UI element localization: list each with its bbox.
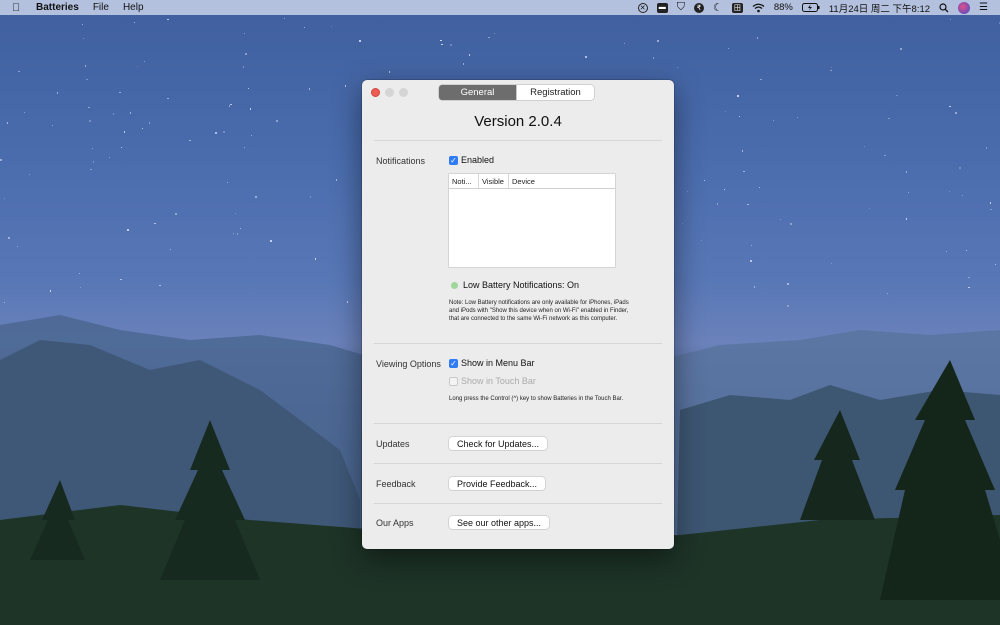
show-in-menu-bar-label: Show in Menu Bar: [461, 358, 535, 368]
list-icon[interactable]: ☰: [979, 2, 988, 13]
provide-feedback-button[interactable]: Provide Feedback...: [449, 477, 546, 490]
close-window-button[interactable]: [371, 88, 380, 97]
menu-bar:  Batteries File Help ✕ ▬ ⛉ ₹ ☾ 田 88% 11…: [0, 0, 1000, 15]
show-in-touch-bar-label: Show in Touch Bar: [461, 376, 536, 386]
menu-file[interactable]: File: [86, 0, 116, 15]
menu-help[interactable]: Help: [116, 0, 151, 15]
grid-icon[interactable]: 田: [731, 2, 743, 13]
avatar-icon[interactable]: [958, 1, 971, 14]
column-header-device[interactable]: Device: [509, 174, 615, 188]
battery-percent: 88%: [773, 2, 793, 13]
menubar-clock[interactable]: 11月24日 周二 下午8:12: [829, 2, 930, 15]
moon-icon[interactable]: ☾: [713, 2, 723, 14]
show-in-touch-bar-checkbox[interactable]: Show in Touch Bar: [449, 376, 536, 386]
divider: [374, 503, 662, 504]
preferences-window: General Registration Version 2.0.4 Notif…: [362, 80, 674, 549]
low-battery-status-text: Low Battery Notifications: On: [463, 280, 580, 290]
column-header-notification[interactable]: Noti...: [449, 174, 479, 188]
feedback-label: Feedback: [376, 479, 416, 489]
checkmark-icon: ✓: [449, 155, 458, 165]
touch-bar-note: Long press the Control (^) key to show B…: [449, 396, 624, 402]
shield-icon[interactable]: ⛉: [677, 1, 685, 13]
divider: [374, 140, 662, 141]
low-battery-status: Low Battery Notifications: On: [451, 280, 579, 290]
notifications-label: Notifications: [376, 156, 426, 166]
close-circle-icon[interactable]: ✕: [637, 2, 648, 13]
tab-general[interactable]: General: [439, 85, 516, 100]
tray-icon[interactable]: ▬: [656, 2, 668, 13]
notifications-note: Note: Low Battery notifications are only…: [449, 300, 629, 322]
status-dot-icon: [451, 281, 458, 289]
table-header: Noti... Visible Device: [449, 174, 615, 189]
battery-icon[interactable]: [801, 2, 820, 13]
rupee-icon[interactable]: ₹: [693, 2, 704, 13]
check-for-updates-button[interactable]: Check for Updates...: [449, 437, 548, 450]
version-title: Version 2.0.4: [474, 113, 562, 130]
window-titlebar[interactable]: General Registration: [362, 80, 674, 105]
minimize-window-button[interactable]: [385, 88, 394, 97]
search-icon[interactable]: [939, 2, 949, 13]
divider: [374, 463, 662, 464]
apple-menu-icon[interactable]: : [12, 2, 26, 14]
wifi-icon[interactable]: [752, 2, 765, 13]
tab-registration[interactable]: Registration: [516, 85, 594, 100]
enabled-label: Enabled: [461, 155, 495, 165]
updates-label: Updates: [376, 439, 410, 449]
our-apps-label: Our Apps: [376, 518, 414, 528]
devices-table[interactable]: Noti... Visible Device: [449, 174, 615, 267]
enabled-checkbox[interactable]: ✓ Enabled: [449, 155, 494, 165]
viewing-options-label: Viewing Options: [376, 359, 441, 369]
divider: [374, 343, 662, 344]
column-header-visible[interactable]: Visible: [479, 174, 509, 188]
divider: [374, 423, 662, 424]
tab-selector: General Registration: [439, 85, 594, 100]
checkbox-empty-icon: [449, 376, 458, 386]
see-other-apps-button[interactable]: See our other apps...: [449, 516, 550, 529]
zoom-window-button[interactable]: [399, 88, 408, 97]
checkmark-icon: ✓: [449, 358, 458, 368]
show-in-menu-bar-checkbox[interactable]: ✓ Show in Menu Bar: [449, 358, 535, 368]
menu-app-name[interactable]: Batteries: [26, 0, 86, 15]
